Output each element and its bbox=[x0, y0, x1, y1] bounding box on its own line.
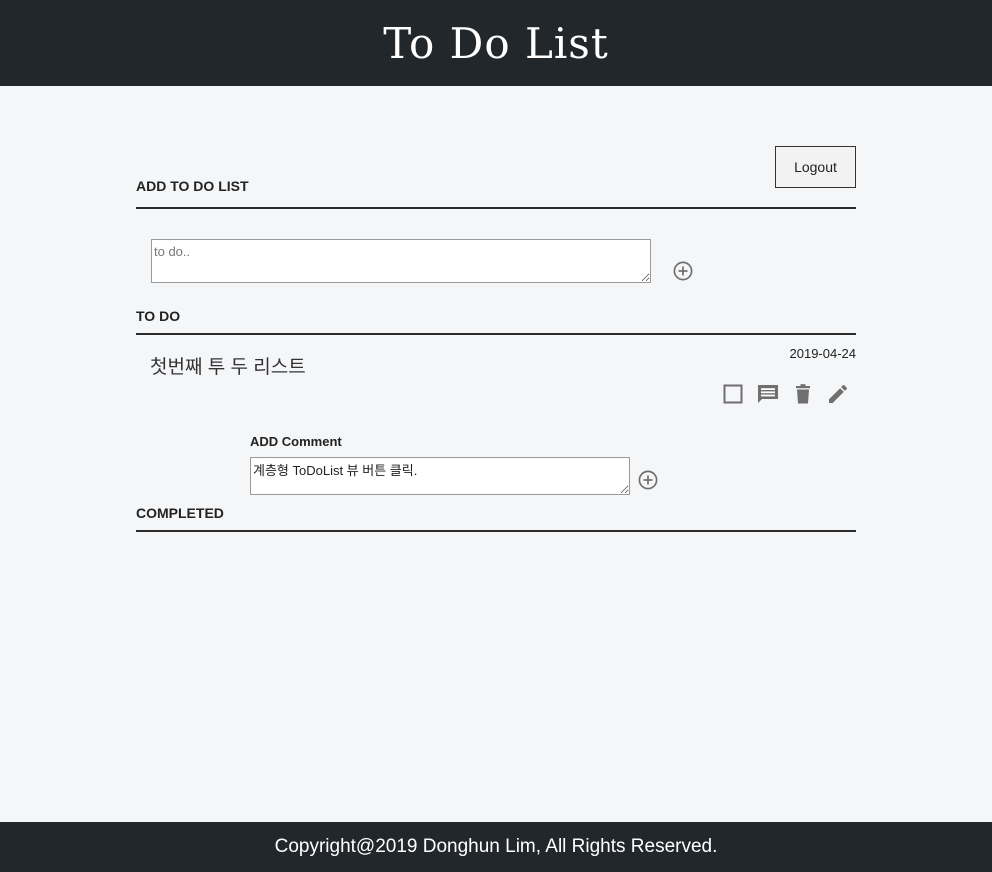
copyright-text: Copyright@2019 Donghun Lim, All Rights R… bbox=[274, 836, 718, 857]
logout-button[interactable]: Logout bbox=[775, 146, 856, 188]
add-section-divider bbox=[136, 207, 856, 209]
todo-section-title: TO DO bbox=[136, 308, 181, 324]
page-title: To Do List bbox=[383, 18, 609, 68]
completed-section-divider bbox=[136, 530, 856, 532]
app-header: To Do List bbox=[0, 0, 992, 86]
add-comment-icon[interactable] bbox=[638, 470, 658, 490]
trash-icon[interactable] bbox=[791, 382, 815, 406]
comment-icon[interactable] bbox=[756, 382, 780, 406]
checkbox-icon[interactable] bbox=[721, 382, 745, 406]
todo-item-date: 2019-04-24 bbox=[789, 346, 857, 361]
comment-input[interactable]: 계층형 ToDoList 뷰 버튼 클릭. bbox=[250, 457, 630, 495]
add-todo-icon[interactable] bbox=[673, 261, 693, 281]
todo-input[interactable] bbox=[151, 239, 651, 283]
todo-section-divider bbox=[136, 333, 856, 335]
edit-icon[interactable] bbox=[826, 382, 850, 406]
add-section-title: ADD TO DO LIST bbox=[136, 178, 249, 194]
completed-section-title: COMPLETED bbox=[136, 505, 224, 521]
add-comment-label: ADD Comment bbox=[250, 434, 342, 449]
todo-item-text: 첫번째 투 두 리스트 bbox=[150, 357, 306, 378]
app-footer: Copyright@2019 Donghun Lim, All Rights R… bbox=[0, 822, 992, 872]
